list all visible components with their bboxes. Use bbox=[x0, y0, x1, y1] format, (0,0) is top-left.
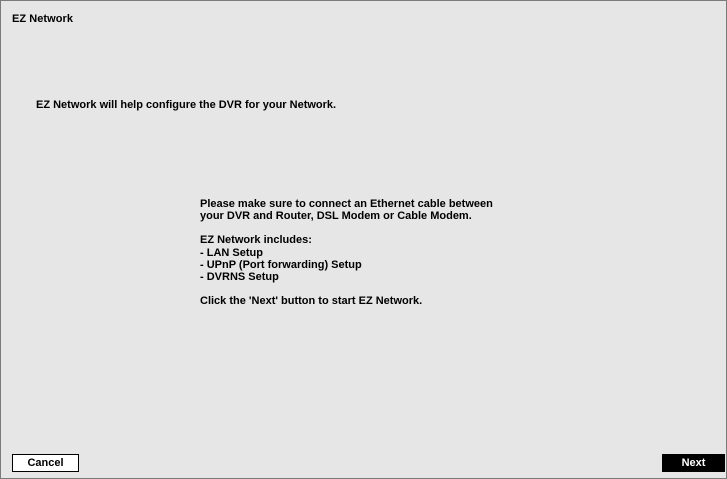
info-block: Please make sure to connect an Ethernet … bbox=[200, 198, 493, 307]
next-button[interactable]: Next bbox=[662, 454, 725, 472]
includes-heading: EZ Network includes: bbox=[200, 234, 312, 247]
connect-instruction-line-2: your DVR and Router, DSL Modem or Cable … bbox=[200, 210, 472, 223]
next-instruction: Click the 'Next' button to start EZ Netw… bbox=[200, 295, 423, 308]
includes-item-dvrns-setup: - DVRNS Setup bbox=[200, 271, 279, 284]
includes-item-lan-setup: - LAN Setup bbox=[200, 246, 263, 259]
dialog-title: EZ Network bbox=[12, 13, 74, 25]
ez-network-dialog: EZ Network EZ Network will help configur… bbox=[0, 0, 727, 479]
cancel-button[interactable]: Cancel bbox=[12, 454, 79, 472]
includes-item-upnp-setup: - UPnP (Port forwarding) Setup bbox=[200, 258, 362, 271]
intro-text: EZ Network will help configure the DVR f… bbox=[36, 99, 337, 111]
connect-instruction-line-1: Please make sure to connect an Ethernet … bbox=[200, 198, 493, 210]
